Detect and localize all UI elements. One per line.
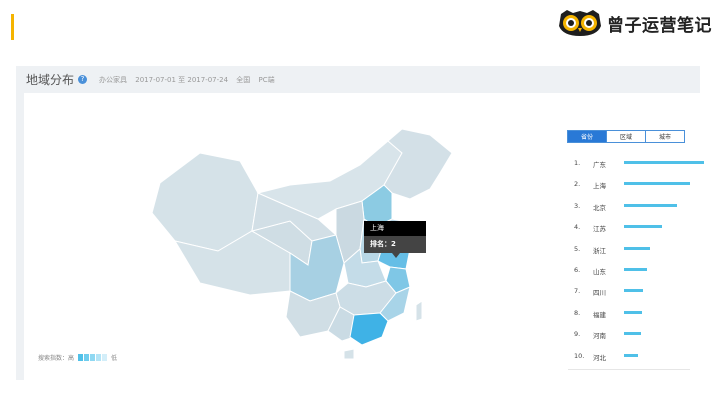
- ranking-row: 7. 四川: [574, 281, 704, 302]
- ranking-row: 3. 北京: [574, 196, 704, 217]
- date-range-label: 2017-07-01 至 2017-07-24: [135, 75, 229, 84]
- ranking-bar: [624, 332, 641, 336]
- ranking-bar: [624, 289, 644, 293]
- ranking-bar: [624, 182, 690, 186]
- ranking-region-name: 北京: [593, 203, 606, 212]
- ranking-bar: [624, 267, 648, 271]
- map-region-hainan[interactable]: [343, 348, 355, 360]
- legend-high-label: 搜索指数：高: [38, 355, 75, 362]
- ranking-number: 9.: [574, 330, 581, 339]
- ranking-region-name: 山东: [593, 267, 606, 276]
- ranking-row: 9. 河南: [574, 324, 704, 345]
- ranking-bar: [624, 246, 650, 250]
- ranking-bar: [624, 353, 638, 357]
- ranking-number: 8.: [574, 308, 581, 317]
- ranking-number: 7.: [574, 287, 581, 296]
- map-tooltip: 上海 排名：2: [364, 221, 426, 258]
- legend-swatch: [90, 354, 96, 361]
- tooltip-arrow: [392, 253, 400, 258]
- ranking-region-name: 四川: [593, 289, 606, 298]
- region-type-tabs: 省份 区域 城市: [567, 130, 685, 143]
- tooltip-region: 上海: [364, 221, 426, 236]
- title-accent-bar: [11, 14, 14, 40]
- china-map: [151, 128, 453, 360]
- legend-low-label: 低: [111, 355, 118, 362]
- ranking-region-name: 广东: [593, 161, 606, 169]
- panel-header: 地域分布 ? 办公家具 2017-07-01 至 2017-07-24 全国 P…: [16, 66, 700, 93]
- tab-area[interactable]: 区域: [606, 130, 646, 143]
- ranking-region-name: 河南: [593, 332, 606, 341]
- ranking-number: 5.: [574, 244, 581, 253]
- panel-body: 上海 排名：2 搜索指数：高 低 省份 区域 城市 1. 广东 2. 上海 3. 北京 4.…: [24, 93, 704, 380]
- ranking-row: 10. 河北: [574, 346, 704, 367]
- tooltip-rank: 排名：2: [364, 236, 426, 253]
- tab-province[interactable]: 省份: [567, 130, 607, 143]
- map-region-guangdong[interactable]: [349, 312, 389, 346]
- legend-swatch: [96, 354, 102, 361]
- brand-name: 曾子运营笔记: [607, 15, 712, 36]
- device-label: PC端: [258, 75, 275, 84]
- region-label: 全国: [236, 75, 251, 84]
- legend-swatch: [102, 354, 108, 361]
- ranking-row: 4. 江苏: [574, 217, 704, 238]
- keyword-label: 办公家具: [99, 75, 128, 84]
- ranking-region-name: 福建: [593, 310, 606, 319]
- ranking-row: 2. 上海: [574, 174, 704, 195]
- ranking-number: 2.: [574, 180, 581, 189]
- ranking-row: 1. 广东: [574, 153, 704, 174]
- ranking-number: 6.: [574, 265, 581, 274]
- ranking-region-name: 河北: [593, 353, 606, 362]
- ranking-region-name: 上海: [593, 182, 606, 191]
- help-icon[interactable]: ?: [78, 75, 88, 84]
- map-region-taiwan[interactable]: [415, 300, 423, 322]
- panel-meta: 办公家具 2017-07-01 至 2017-07-24 全国 PC端: [99, 75, 281, 85]
- search-index-legend: 搜索指数：高 低: [38, 353, 117, 362]
- ranking-number: 10.: [574, 351, 585, 360]
- ranking-bar: [624, 203, 677, 207]
- ranking-number: 4.: [574, 223, 581, 232]
- ranking-row: 8. 福建: [574, 303, 704, 324]
- list-divider: [568, 369, 690, 370]
- owl-icon: [559, 10, 601, 36]
- ranking-list: 1. 广东 2. 上海 3. 北京 4. 江苏 5. 浙江 6. 山东 7. 四川 8. 福建 9. 河南 10. 河…: [574, 153, 704, 367]
- region-distribution-panel: 地域分布 ? 办公家具 2017-07-01 至 2017-07-24 全国 P…: [16, 66, 704, 380]
- ranking-region-name: 浙江: [593, 246, 606, 255]
- ranking-region-name: 江苏: [593, 225, 606, 234]
- ranking-row: 6. 山东: [574, 260, 704, 281]
- panel-title: 地域分布: [26, 73, 75, 87]
- ranking-number: 1.: [574, 159, 581, 167]
- legend-swatch: [84, 354, 90, 361]
- tab-city[interactable]: 城市: [645, 130, 685, 143]
- ranking-row: 5. 浙江: [574, 239, 704, 260]
- ranking-bar: [624, 225, 663, 229]
- legend-swatches: [77, 354, 108, 361]
- ranking-bar: [624, 161, 704, 164]
- brand-logo: 曾子运营笔记: [557, 8, 712, 38]
- ranking-bar: [624, 310, 642, 314]
- legend-swatch: [78, 354, 84, 361]
- ranking-number: 3.: [574, 201, 581, 210]
